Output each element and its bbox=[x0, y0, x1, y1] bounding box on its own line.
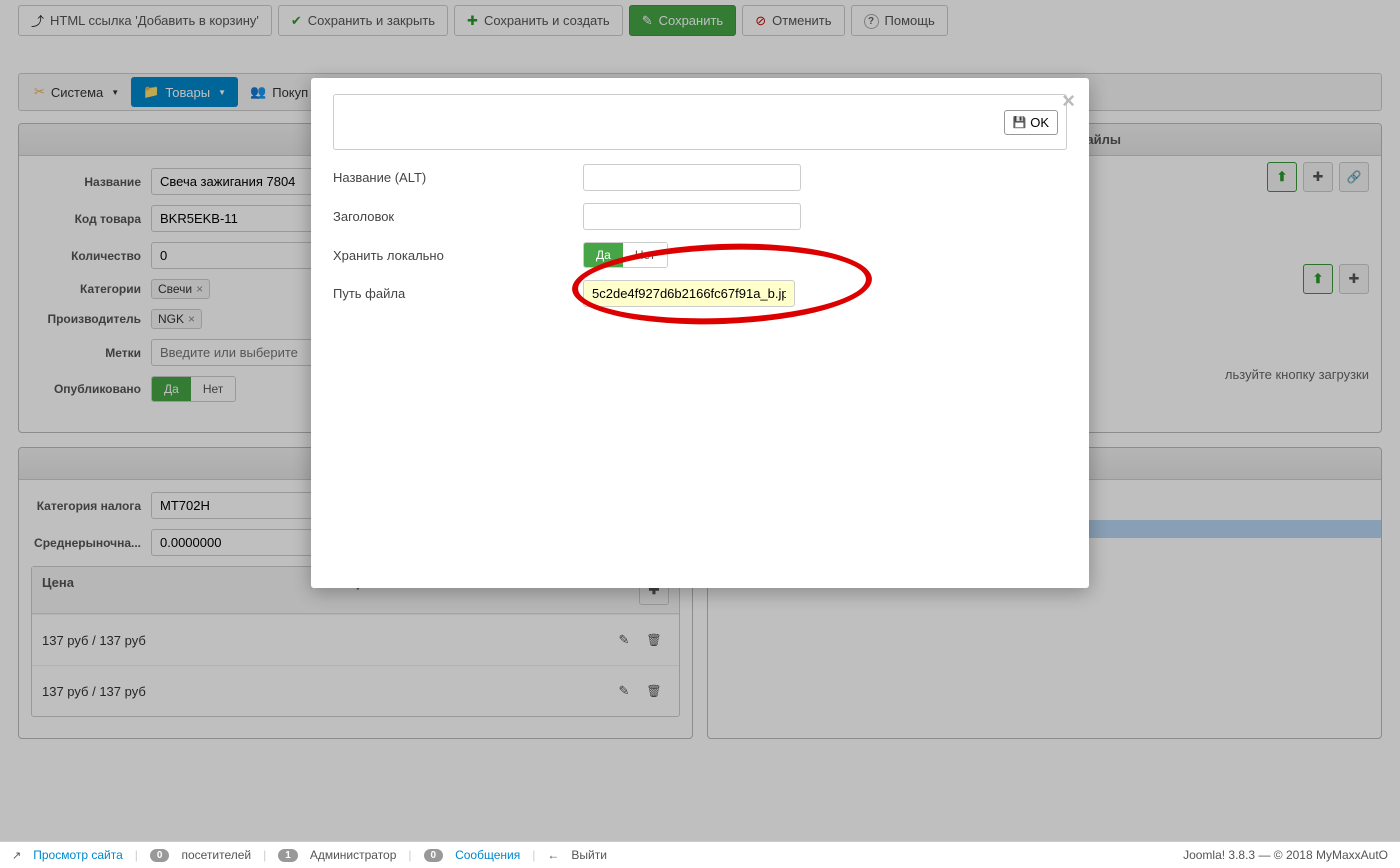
label-alt: Название (ALT) bbox=[333, 170, 583, 185]
logout-icon bbox=[547, 848, 559, 862]
preview-site-link[interactable]: Просмотр сайта bbox=[33, 848, 123, 862]
input-alt[interactable] bbox=[583, 164, 801, 191]
input-path[interactable] bbox=[583, 280, 795, 307]
status-bar: Просмотр сайта | 0 посетителей | 1 Админ… bbox=[0, 841, 1400, 868]
local-toggle[interactable]: Да Нет bbox=[583, 242, 668, 268]
label-path: Путь файла bbox=[333, 286, 583, 301]
toggle-no[interactable]: Нет bbox=[623, 243, 667, 267]
image-upload-modal: × OK Название (ALT) Заголовок Хранить ло… bbox=[311, 78, 1089, 588]
logout-link[interactable]: Выйти bbox=[571, 848, 607, 862]
messages-badge: 0 bbox=[424, 849, 444, 862]
messages-link[interactable]: Сообщения bbox=[455, 848, 520, 862]
label-title: Заголовок bbox=[333, 209, 583, 224]
toggle-yes[interactable]: Да bbox=[584, 243, 623, 267]
visitors-label: посетителей bbox=[181, 848, 251, 862]
modal-close-button[interactable]: × bbox=[1062, 88, 1075, 114]
footer-right: Joomla! 3.8.3 — © 2018 MyMaxxAutO bbox=[1183, 848, 1388, 862]
external-link-icon bbox=[12, 848, 21, 862]
label-local: Хранить локально bbox=[333, 248, 583, 263]
visitors-badge: 0 bbox=[150, 849, 170, 862]
admin-label: Администратор bbox=[310, 848, 397, 862]
modal-ok-button[interactable]: OK bbox=[1004, 110, 1059, 135]
input-title[interactable] bbox=[583, 203, 801, 230]
admin-badge: 1 bbox=[278, 849, 298, 862]
